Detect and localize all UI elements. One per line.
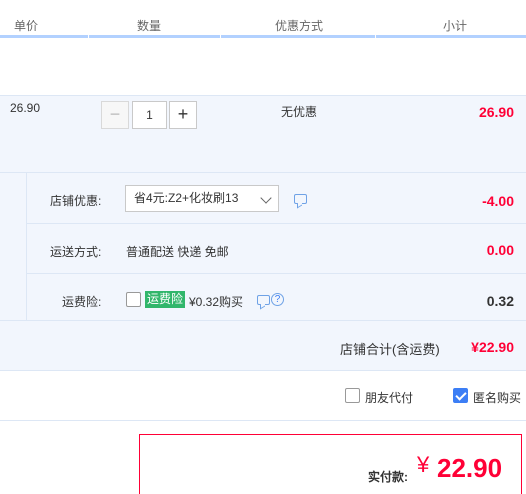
help-icon[interactable]: ? (271, 293, 284, 306)
payment-amount: 22.90 (437, 453, 503, 483)
insurance-amount: 0.32 (486, 293, 514, 309)
message-icon[interactable] (294, 194, 307, 204)
header-subtotal: 小计 (443, 19, 468, 33)
shop-divider (0, 320, 526, 321)
header-divider (220, 29, 221, 38)
friend-pay-checkbox[interactable] (345, 388, 360, 403)
quantity-input[interactable]: 1 (132, 101, 167, 129)
payment-box: 实付款: ¥ 22.90 (139, 434, 522, 494)
message-icon[interactable] (257, 295, 270, 305)
shipping-label: 运送方式: (50, 245, 102, 259)
shipping-value: 普通配送 快递 免邮 (126, 245, 229, 259)
discount-amount: -4.00 (482, 193, 514, 209)
shop-total-label: 店铺合计(含运费) (340, 342, 440, 357)
header-quantity: 数量 (137, 19, 162, 33)
shop-divider (26, 173, 27, 320)
insurance-checkbox[interactable] (126, 292, 141, 307)
header-divider (375, 29, 376, 38)
table-header: 单价 数量 优惠方式 小计 (0, 0, 526, 38)
shipping-amount: 0.00 (486, 242, 514, 258)
quantity-plus-button[interactable]: + (169, 101, 197, 129)
payment-label: 实付款: (368, 470, 408, 484)
anonymous-checkbox[interactable] (453, 388, 468, 403)
item-subtotal: 26.90 (478, 104, 514, 120)
discount-select-value: 省4元:Z2+化妆刷13 (134, 191, 239, 205)
friend-pay-label[interactable]: 朋友代付 (365, 389, 413, 406)
quantity-stepper: − 1 + (101, 101, 197, 129)
shop-divider (26, 273, 526, 274)
header-promo: 优惠方式 (275, 19, 324, 33)
shop-divider (26, 223, 526, 224)
insurance-badge: 运费险 (145, 291, 186, 308)
chevron-down-icon (260, 192, 272, 204)
insurance-label: 运费险: (62, 295, 102, 309)
order-options (0, 371, 526, 421)
insurance-price: ¥0.32购买 (189, 295, 244, 309)
header-divider (88, 29, 89, 38)
cart-item-row (0, 95, 526, 173)
discount-select[interactable]: 省4元:Z2+化妆刷13 (125, 185, 279, 212)
item-unit-price: 26.90 (10, 101, 41, 115)
payment-currency: ¥ (417, 452, 430, 477)
header-price: 单价 (14, 19, 39, 33)
discount-label: 店铺优惠: (50, 194, 102, 208)
quantity-minus-button[interactable]: − (101, 101, 129, 129)
shop-total-amount: ¥22.90 (471, 339, 514, 355)
item-promo: 无优惠 (281, 105, 318, 119)
anonymous-label[interactable]: 匿名购买 (473, 389, 521, 406)
